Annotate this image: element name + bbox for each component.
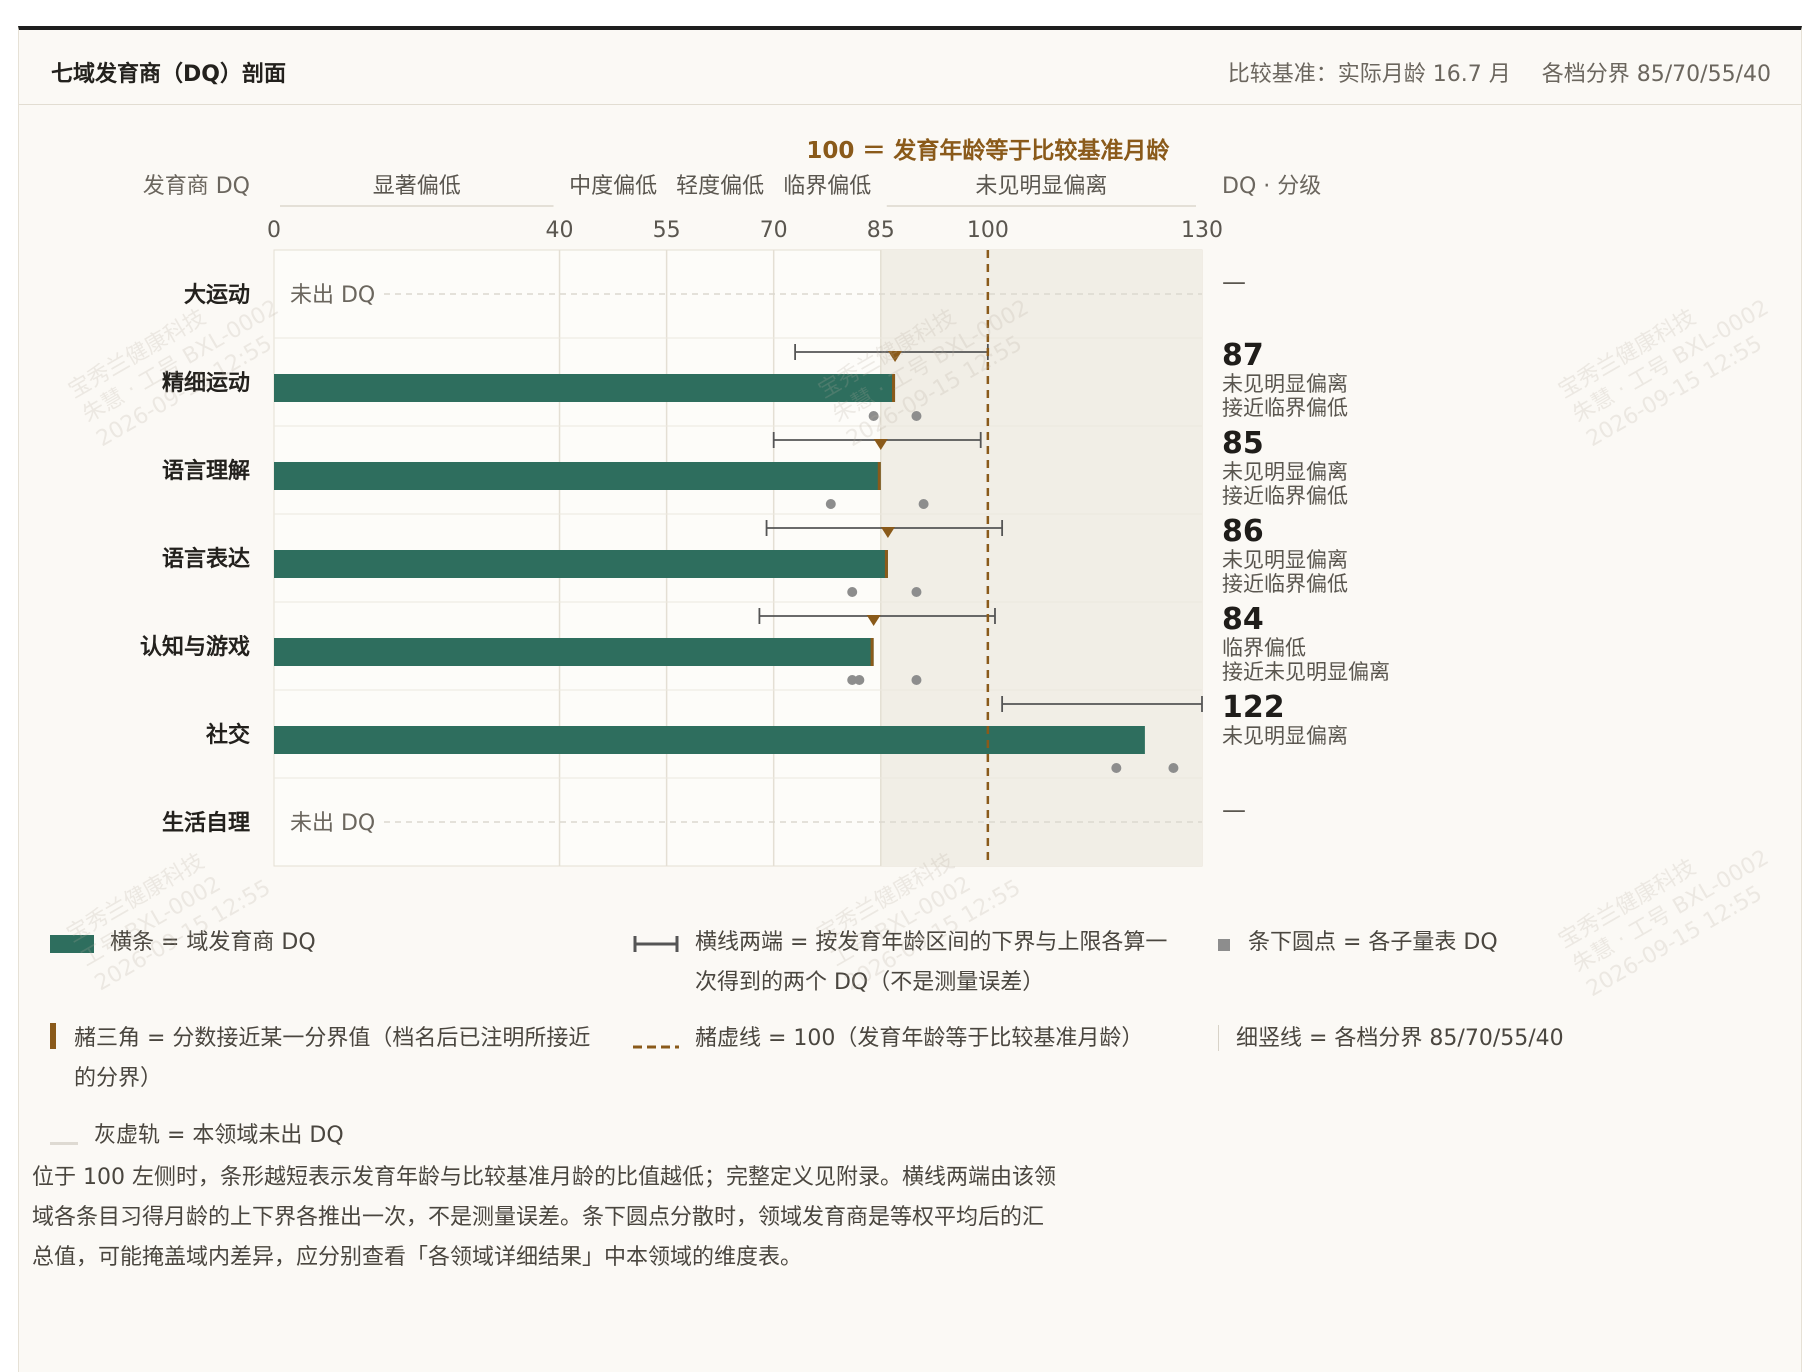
near-cut-marker: [877, 462, 881, 490]
legend-gridline: 细竖线 = 各档分界 85/70/55/40: [1216, 1019, 1776, 1059]
legend-track: 灰虚轨 = 本领域未出 DQ: [50, 1116, 610, 1156]
dq-bar: [274, 462, 881, 490]
bar-swatch: [50, 935, 94, 953]
dq-value: 84: [1222, 602, 1264, 637]
dq-bar: [274, 638, 874, 666]
legend-bar-label: 横条 = 域发育商 DQ: [110, 930, 316, 955]
dq-value: 122: [1222, 690, 1285, 725]
near-cut-marker: [884, 550, 888, 578]
footnote: 位于 100 左侧时，条形越短表示发育年龄与比较基准月龄的比值越低；完整定义见附…: [32, 1165, 1056, 1270]
x-tick-label: 55: [653, 218, 681, 243]
legend-triangle: 赭三角 = 分数接近某一分界值（档名后已注明所接近的分界）: [50, 1019, 610, 1099]
band-label: 未见明显偏离: [975, 174, 1107, 199]
subscale-dot: [1111, 763, 1122, 773]
dq-value: 86: [1222, 514, 1264, 549]
x-tick-label: 40: [546, 218, 574, 243]
no-dq-label: 未出 DQ: [290, 811, 375, 836]
legend-dots-label: 条下圆点 = 各子量表 DQ: [1248, 930, 1498, 955]
x-tick-label: 70: [760, 218, 788, 243]
subscale-dot: [854, 675, 865, 685]
normal-band: [880, 250, 1202, 866]
dq-bar: [274, 374, 896, 402]
reference-label: 100 ＝ 发育年龄等于比较基准月龄: [806, 137, 1170, 164]
dq-level-text: 未见明显偏离: [1222, 460, 1348, 484]
legend-triangle-label: 赭三角 = 分数接近某一分界值（档名后已注明所接近的分界）: [74, 1026, 591, 1091]
band-label: 中度偏低: [569, 174, 657, 199]
dot-swatch-icon: [1218, 939, 1230, 951]
subscale-dot: [868, 411, 879, 421]
dq-value: 87: [1222, 338, 1264, 373]
x-tick-label: 100: [967, 218, 1009, 243]
dq-level-text: 临界偏低: [1222, 636, 1306, 660]
legend-refline-label: 赭虚线 = 100（发育年龄等于比较基准月龄）: [695, 1026, 1144, 1051]
band-label: 显著偏低: [373, 174, 461, 199]
domain-label: 大运动: [184, 283, 250, 308]
subscale-dot: [918, 499, 929, 509]
near-cut-marker: [892, 374, 896, 402]
subscale-dot: [911, 411, 922, 421]
dq-level-text: 接近临界偏低: [1222, 484, 1348, 508]
domain-label: 语言理解: [162, 458, 250, 484]
gridline-swatch-icon: [1218, 1025, 1219, 1051]
no-dq-label: 未出 DQ: [290, 283, 375, 308]
legend-dots: 条下圆点 = 各子量表 DQ: [1216, 923, 1776, 963]
dq-bar: [274, 726, 1145, 754]
legend-whisker-label: 横线两端 = 按发育年龄区间的下界与上限各算一次得到的两个 DQ（不是测量误差）: [695, 930, 1168, 995]
domain-label: 语言表达: [162, 546, 250, 572]
dq-bar: [274, 550, 888, 578]
legend-refline: 赭虚线 = 100（发育年龄等于比较基准月龄）: [633, 1019, 1193, 1059]
subscale-dot: [911, 675, 922, 685]
whisker-swatch-icon: [633, 936, 679, 952]
dq-level-text: 接近临界偏低: [1222, 572, 1348, 596]
dq-level-text: 接近临界偏低: [1222, 396, 1348, 420]
band-label: 临界偏低: [783, 174, 871, 199]
domain-label: 精细运动: [162, 370, 250, 396]
domain-label: 生活自理: [162, 810, 250, 836]
row-header-label: 发育商 DQ: [143, 174, 250, 199]
dq-value: —: [1222, 268, 1246, 296]
x-tick-label: 0: [267, 218, 281, 243]
dq-level-text: 未见明显偏离: [1222, 548, 1348, 572]
subscale-dot: [825, 499, 836, 509]
dq-value: —: [1222, 796, 1246, 824]
track-swatch-icon: [50, 1142, 78, 1145]
legend-track-label: 灰虚轨 = 本领域未出 DQ: [94, 1123, 344, 1148]
near-cut-marker: [870, 638, 874, 666]
subscale-dot: [911, 587, 922, 597]
x-tick-label: 130: [1181, 218, 1223, 243]
legend-whisker: 横线两端 = 按发育年龄区间的下界与上限各算一次得到的两个 DQ（不是测量误差）: [633, 923, 1183, 1003]
x-tick-label: 85: [867, 218, 895, 243]
triangle-swatch-icon: [50, 1023, 56, 1049]
dq-level-text: 未见明显偏离: [1222, 372, 1348, 396]
band-label: 轻度偏低: [676, 174, 764, 199]
refline-swatch-icon: [633, 1045, 679, 1049]
subscale-dot: [847, 587, 858, 597]
dq-level-text: 接近未见明显偏离: [1222, 660, 1390, 684]
legend-gridline-label: 细竖线 = 各档分界 85/70/55/40: [1236, 1026, 1564, 1051]
subscale-dot: [1168, 763, 1179, 773]
dq-level-text: 未见明显偏离: [1222, 724, 1348, 748]
right-header-label: DQ · 分级: [1222, 174, 1321, 199]
domain-label: 认知与游戏: [140, 634, 250, 660]
dq-value: 85: [1222, 426, 1264, 461]
domain-label: 社交: [206, 722, 250, 748]
legend-bar: 横条 = 域发育商 DQ: [50, 923, 610, 963]
